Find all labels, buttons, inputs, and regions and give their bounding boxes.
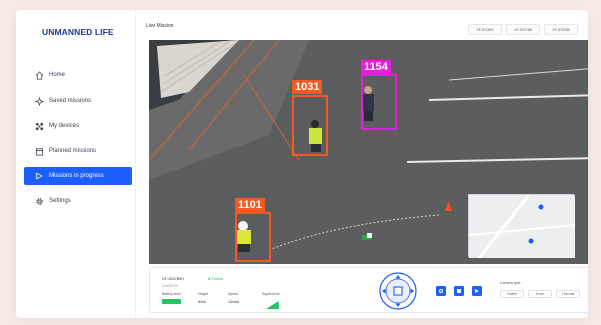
app-window: UNMANNED LIFE Home Saved missions My dev… xyxy=(16,10,588,318)
mini-map[interactable] xyxy=(468,194,575,258)
sidebar-item-label: My devices xyxy=(49,123,80,129)
detection-box-1031[interactable] xyxy=(292,95,328,156)
drone-icon xyxy=(34,121,44,131)
detection-label-1031: 1031 xyxy=(292,80,323,94)
drone-control-panel: XF-ID07890 ● Online 2345678 Battery leve… xyxy=(149,267,588,313)
gear-icon xyxy=(34,196,44,206)
record-button[interactable] xyxy=(436,286,446,296)
sidebar-item-home[interactable]: Home xyxy=(24,66,132,84)
calendar-icon xyxy=(34,146,44,156)
status-text: Online xyxy=(211,276,224,281)
tab-drone-2[interactable]: XF-ID2788 xyxy=(506,24,540,35)
speed-label: Speed xyxy=(228,292,238,296)
live-video-feed[interactable]: 1031 1154 1101 xyxy=(149,40,588,264)
stop-icon xyxy=(457,289,461,293)
camera-type-label: Camera type xyxy=(500,281,521,285)
detection-label-1101: 1101 xyxy=(235,198,265,212)
detection-box-1154[interactable] xyxy=(361,74,397,130)
status-badge: ● Online xyxy=(208,276,224,281)
direction-joystick[interactable] xyxy=(378,271,418,311)
detection-label-1154: 1154 xyxy=(361,60,391,74)
tab-drone-1[interactable]: XF-ID7800 xyxy=(468,24,502,35)
sparkle-icon xyxy=(34,96,44,106)
sidebar-item-my-devices[interactable]: My devices xyxy=(24,117,132,135)
mini-map-graphic xyxy=(469,195,575,258)
sidebar-item-label: Planned missions xyxy=(49,148,97,154)
sidebar-item-missions-in-progress[interactable]: Missions in progress xyxy=(24,167,132,185)
drone-tabs: XF-ID7800 XF-ID2788 XF-ID3788 xyxy=(468,24,578,35)
detection-box-1101[interactable] xyxy=(235,212,271,262)
drone-sub-id: 2345678 xyxy=(162,283,178,288)
drone-id: XF-ID07890 xyxy=(162,276,184,281)
stop-button[interactable] xyxy=(454,286,464,296)
sidebar-item-label: Settings xyxy=(49,198,71,204)
height-label: Height xyxy=(198,292,208,296)
sidebar-item-label: Missions in progress xyxy=(49,173,104,179)
battery-level-bar xyxy=(162,299,181,304)
sidebar-item-settings[interactable]: Settings xyxy=(24,192,132,210)
page-title: Live Mission xyxy=(146,23,174,29)
sidebar-item-saved-missions[interactable]: Saved missions xyxy=(24,92,132,110)
speed-value: 12m/s xyxy=(228,299,239,304)
play-icon xyxy=(475,289,479,293)
camera-thermal-button[interactable]: Thermal xyxy=(556,290,580,298)
signal-level-icon xyxy=(266,296,282,314)
brand-logo: UNMANNED LIFE xyxy=(42,27,114,37)
camera-zoom-button[interactable]: Zoom xyxy=(528,290,552,298)
height-value: 42m xyxy=(198,299,206,304)
sidebar-item-label: Saved missions xyxy=(49,98,92,104)
sidebar-item-label: Home xyxy=(49,72,66,78)
battery-label: Battery level xyxy=(162,292,181,296)
camera-visible-button[interactable]: Visible xyxy=(500,290,524,298)
tab-drone-3[interactable]: XF-ID3788 xyxy=(544,24,578,35)
circle-icon xyxy=(439,289,443,293)
play-button[interactable] xyxy=(472,286,482,296)
sidebar-item-planned-missions[interactable]: Planned missions xyxy=(24,142,132,160)
home-icon xyxy=(34,70,44,80)
sidebar: UNMANNED LIFE Home Saved missions My dev… xyxy=(16,10,136,318)
play-icon xyxy=(34,171,44,181)
